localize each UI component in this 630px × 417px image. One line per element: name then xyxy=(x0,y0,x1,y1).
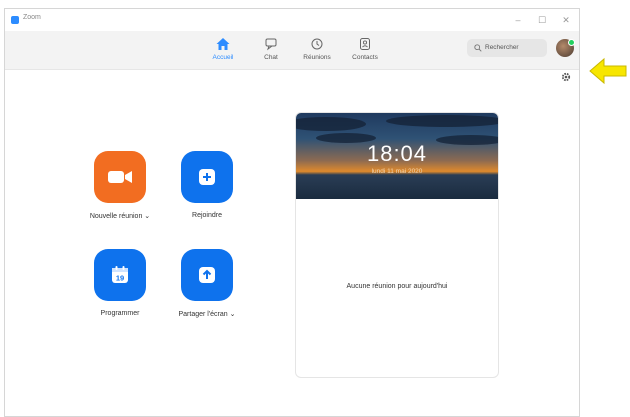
close-icon[interactable]: ✕ xyxy=(557,13,575,27)
share-screen-arrow-icon xyxy=(199,267,215,283)
title-bar: Zoom – ☐ ✕ xyxy=(5,9,579,31)
tab-label: Réunions xyxy=(303,54,331,61)
minimize-icon[interactable]: – xyxy=(509,13,527,27)
current-time: 18:04 xyxy=(366,141,428,166)
no-meetings-message: Aucune réunion pour aujourd'hui xyxy=(346,283,448,290)
zoom-app-icon xyxy=(11,16,19,24)
online-status-badge xyxy=(568,39,575,46)
join-label: Rejoindre xyxy=(192,212,222,219)
join-action[interactable]: Rejoindre xyxy=(152,151,262,219)
calendar-day: 19 xyxy=(116,274,124,283)
home-icon xyxy=(216,38,230,50)
clock-icon xyxy=(311,38,323,50)
gear-icon[interactable] xyxy=(560,71,572,83)
tab-label: Contacts xyxy=(352,54,378,61)
cloud-shape xyxy=(386,115,498,127)
cloud-shape xyxy=(296,117,366,131)
tab-label: Chat xyxy=(264,54,278,61)
search-placeholder: Rechercher xyxy=(485,44,519,51)
maximize-icon[interactable]: ☐ xyxy=(533,13,551,27)
search-input[interactable]: Rechercher xyxy=(467,39,547,57)
contacts-icon xyxy=(360,38,370,50)
tab-chat[interactable]: Chat xyxy=(249,37,293,61)
window-title: Zoom xyxy=(23,14,41,21)
sunset-banner-image: 18:04 lundi 11 mai 2020 xyxy=(296,113,498,199)
calendar-icon: 19 xyxy=(112,266,128,283)
plus-icon xyxy=(199,169,215,185)
share-screen-action[interactable]: Partager l'écran ⌄ xyxy=(152,249,262,318)
video-camera-icon xyxy=(108,171,132,183)
tab-reunions[interactable]: Réunions xyxy=(295,37,339,61)
chat-icon xyxy=(265,38,277,51)
join-button[interactable] xyxy=(181,151,233,203)
upcoming-meetings-panel: 18:04 lundi 11 mai 2020 Aucune réunion p… xyxy=(295,112,499,378)
share-screen-button[interactable] xyxy=(181,249,233,301)
yellow-arrow-icon xyxy=(589,57,627,85)
tab-contacts[interactable]: Contacts xyxy=(343,37,387,61)
current-date: lundi 11 mai 2020 xyxy=(371,168,423,175)
schedule-button[interactable]: 19 xyxy=(94,249,146,301)
tab-label: Accueil xyxy=(212,54,234,61)
top-navigation-bar: Accueil Chat Réunions Contacts Recherche… xyxy=(5,31,579,70)
new-meeting-button[interactable] xyxy=(94,151,146,203)
tab-accueil[interactable]: Accueil xyxy=(201,37,245,61)
search-icon xyxy=(474,44,482,52)
share-screen-label: Partager l'écran ⌄ xyxy=(178,311,236,318)
zoom-window: Zoom – ☐ ✕ Accueil Chat Réunions Contact… xyxy=(4,8,580,417)
